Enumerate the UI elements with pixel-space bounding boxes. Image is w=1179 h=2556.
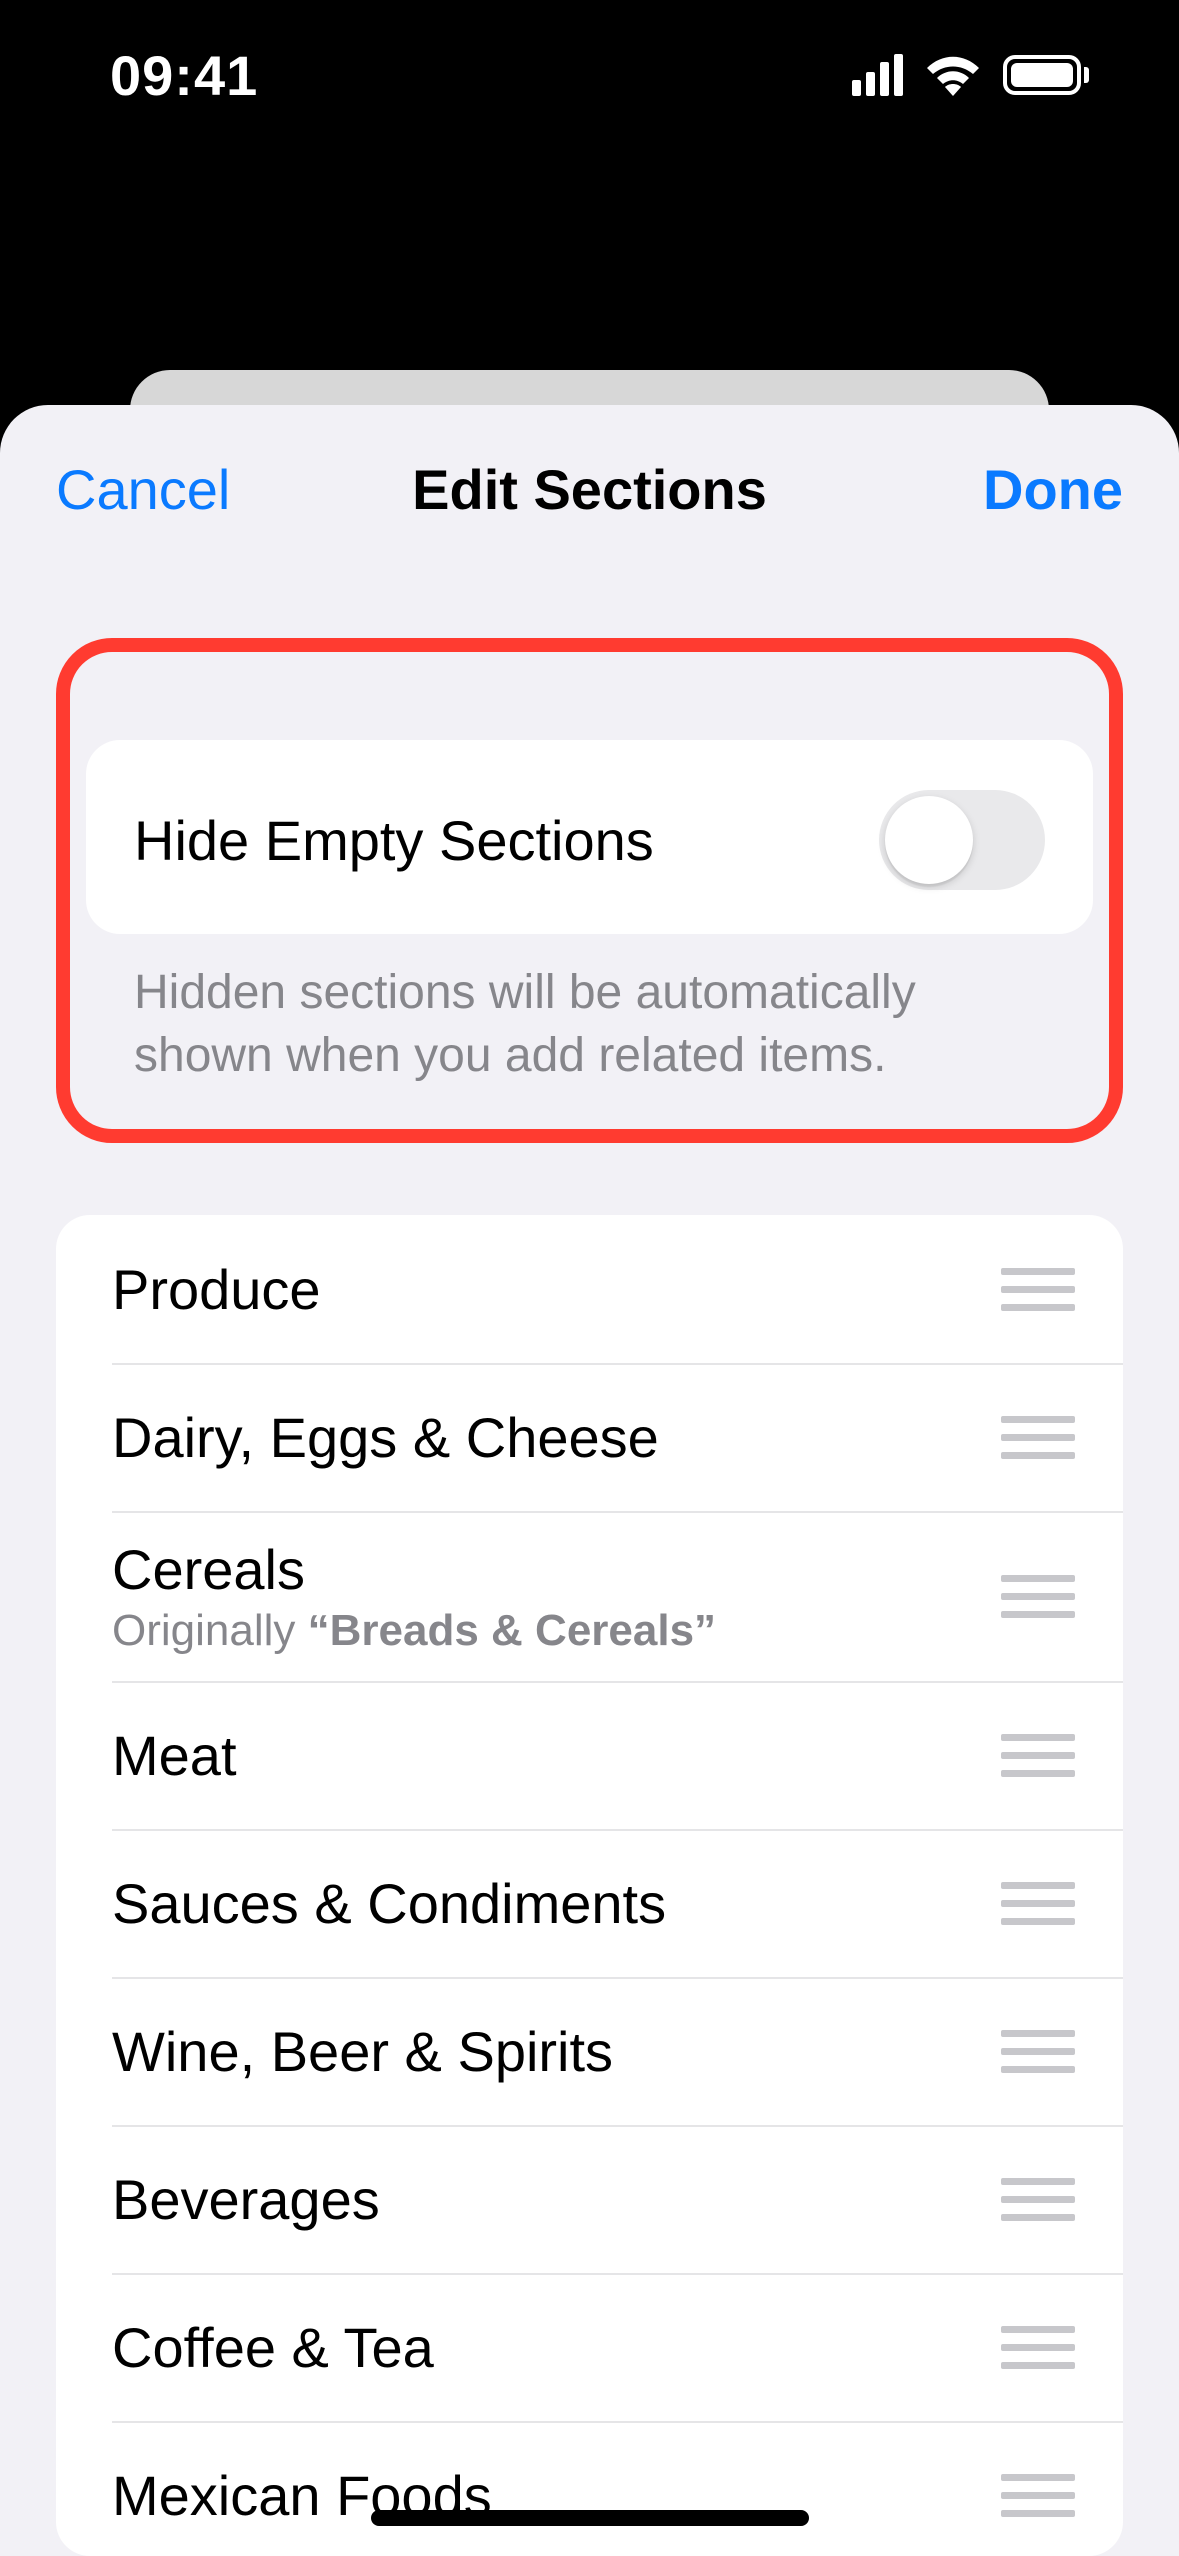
hide-empty-sections-row[interactable]: Hide Empty Sections xyxy=(86,740,1093,934)
drag-handle-icon[interactable] xyxy=(1001,2166,1075,2233)
drag-handle-icon[interactable] xyxy=(1001,1870,1075,1937)
drag-handle-icon[interactable] xyxy=(1001,2018,1075,2085)
section-name-label: Cereals xyxy=(112,1537,716,1602)
section-name-label: Sauces & Condiments xyxy=(112,1871,666,1936)
battery-icon xyxy=(1003,55,1089,95)
highlighted-setting-box: Hide Empty Sections Hidden sections will… xyxy=(56,638,1123,1143)
cellular-signal-icon xyxy=(852,54,903,96)
section-row-meat[interactable]: Meat xyxy=(56,1681,1123,1829)
done-button[interactable]: Done xyxy=(983,457,1123,522)
status-right-cluster xyxy=(852,54,1089,96)
section-name-label: Wine, Beer & Spirits xyxy=(112,2019,613,2084)
modal-title: Edit Sections xyxy=(412,457,767,522)
drag-handle-icon[interactable] xyxy=(1001,1404,1075,1471)
section-name-label: Dairy, Eggs & Cheese xyxy=(112,1405,659,1470)
section-row-produce[interactable]: Produce xyxy=(56,1215,1123,1363)
edit-sections-modal: Cancel Edit Sections Done Hide Empty Sec… xyxy=(0,405,1179,2556)
section-row-dairy-eggs-cheese[interactable]: Dairy, Eggs & Cheese xyxy=(56,1363,1123,1511)
section-row-cereals[interactable]: Cereals Originally “Breads & Cereals” xyxy=(56,1511,1123,1681)
home-indicator[interactable] xyxy=(371,2510,809,2526)
wifi-icon xyxy=(925,54,981,96)
section-name-label: Coffee & Tea xyxy=(112,2315,434,2380)
section-name-label: Produce xyxy=(112,1257,321,1322)
sections-list: Produce Dairy, Eggs & Cheese Cereals Ori… xyxy=(56,1215,1123,2556)
section-row-beverages[interactable]: Beverages xyxy=(56,2125,1123,2273)
hide-empty-sections-label: Hide Empty Sections xyxy=(134,808,654,873)
cancel-button[interactable]: Cancel xyxy=(56,457,230,522)
drag-handle-icon[interactable] xyxy=(1001,1722,1075,1789)
section-row-coffee-tea[interactable]: Coffee & Tea xyxy=(56,2273,1123,2421)
section-name-label: Beverages xyxy=(112,2167,380,2232)
drag-handle-icon[interactable] xyxy=(1001,1563,1075,1630)
section-row-sauces-condiments[interactable]: Sauces & Condiments xyxy=(56,1829,1123,1977)
drag-handle-icon[interactable] xyxy=(1001,1256,1075,1323)
section-row-mexican-foods[interactable]: Mexican Foods xyxy=(56,2421,1123,2556)
status-bar: 09:41 xyxy=(0,0,1179,150)
hide-empty-sections-toggle[interactable] xyxy=(879,790,1045,890)
section-name-label: Meat xyxy=(112,1723,237,1788)
status-time: 09:41 xyxy=(110,43,258,108)
section-row-wine-beer-spirits[interactable]: Wine, Beer & Spirits xyxy=(56,1977,1123,2125)
section-original-name-label: Originally “Breads & Cereals” xyxy=(112,1606,716,1656)
drag-handle-icon[interactable] xyxy=(1001,2462,1075,2529)
modal-header: Cancel Edit Sections Done xyxy=(0,405,1179,573)
hide-empty-sections-hint: Hidden sections will be automatically sh… xyxy=(86,934,1093,1105)
drag-handle-icon[interactable] xyxy=(1001,2314,1075,2381)
